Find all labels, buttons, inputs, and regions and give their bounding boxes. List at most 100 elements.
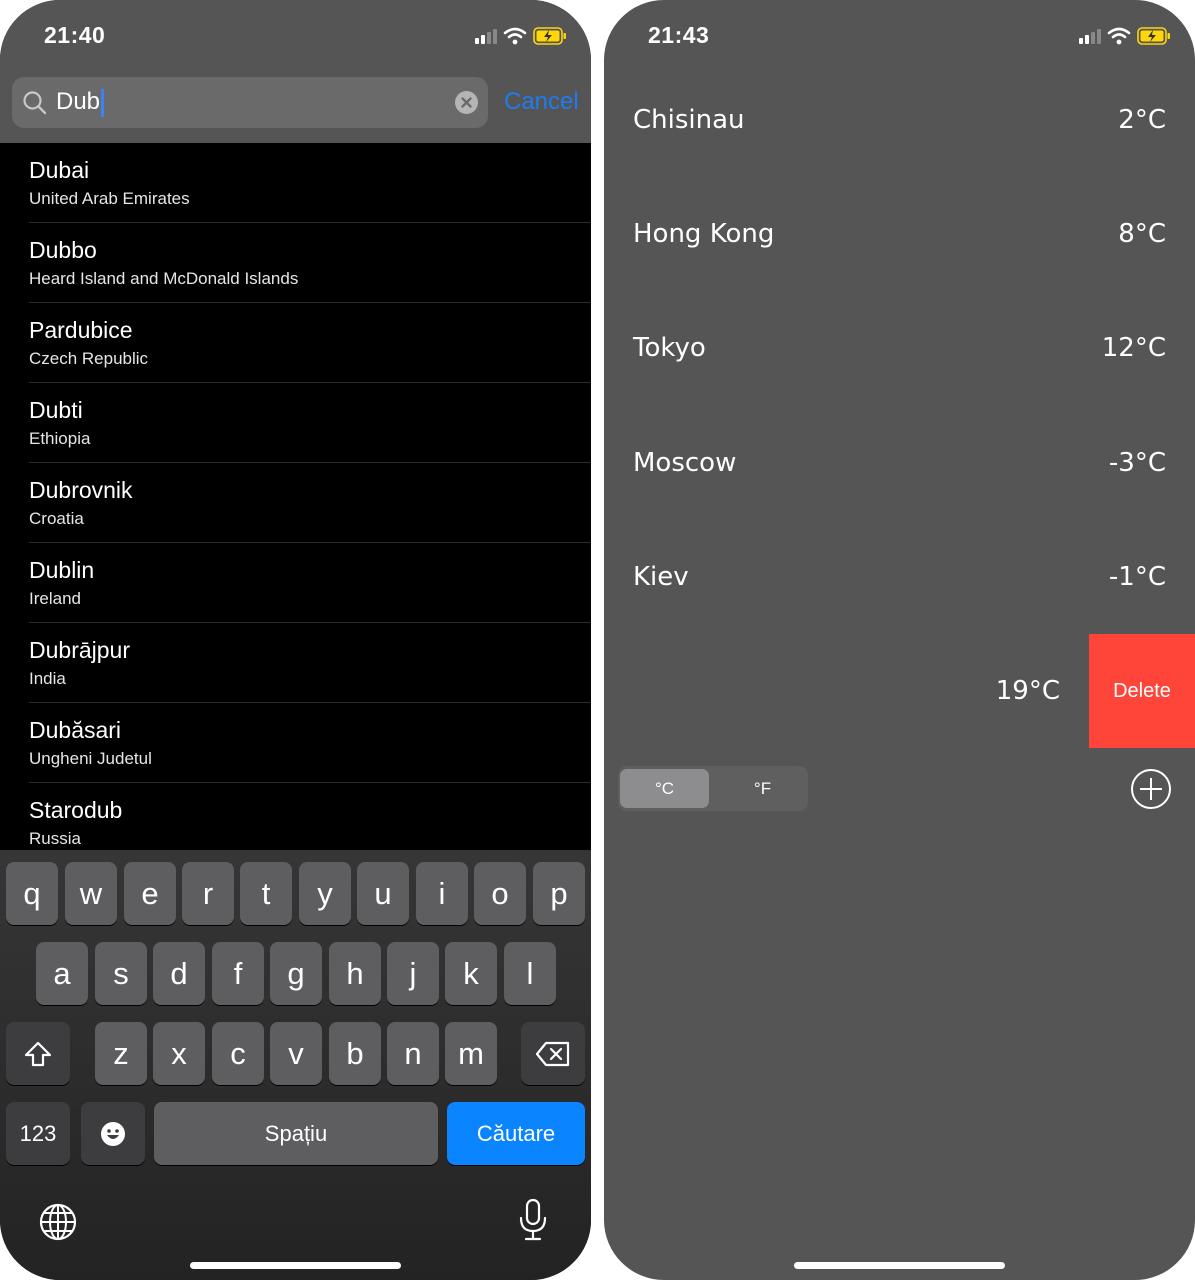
keyboard: q w e r t y u i o p a s d f g h j k l z …	[0, 850, 591, 1280]
home-indicator[interactable]	[190, 1262, 401, 1269]
key-y[interactable]: y	[299, 862, 351, 925]
emoji-icon	[101, 1121, 125, 1146]
result-city-name: Dubbo	[29, 237, 97, 263]
key-x[interactable]: x	[153, 1022, 205, 1085]
cancel-button[interactable]: Cancel	[504, 88, 579, 116]
city-temperature: 8°C	[1118, 219, 1166, 249]
clear-icon[interactable]	[455, 91, 478, 114]
key-v[interactable]: v	[270, 1022, 322, 1085]
result-row[interactable]: Dublin Ireland	[0, 543, 591, 623]
key-c[interactable]: c	[212, 1022, 264, 1085]
city-row[interactable]: Tokyo 12°C	[604, 291, 1195, 405]
shift-icon	[24, 1041, 52, 1066]
result-city-name: Dubrovnik	[29, 477, 133, 503]
unit-segmented-control: °C °F	[618, 766, 808, 811]
swiped-city-row[interactable]: 19°C Delete	[604, 634, 1195, 748]
result-country: Croatia	[29, 509, 84, 528]
search-input-value: Dub	[56, 87, 105, 117]
key-q[interactable]: q	[6, 862, 58, 925]
city-name: Chisinau	[633, 105, 745, 135]
wifi-icon	[1107, 27, 1131, 45]
key-z[interactable]: z	[95, 1022, 147, 1085]
search-input[interactable]: Dub	[12, 77, 488, 128]
result-city-name: Dubti	[29, 397, 83, 423]
backspace-icon	[535, 1041, 570, 1066]
key-j[interactable]: j	[387, 942, 439, 1005]
key-n[interactable]: n	[387, 1022, 439, 1085]
key-w[interactable]: w	[65, 862, 117, 925]
key-b[interactable]: b	[329, 1022, 381, 1085]
key-k[interactable]: k	[445, 942, 497, 1005]
microphone-icon[interactable]	[518, 1198, 548, 1242]
result-country: United Arab Emirates	[29, 189, 190, 208]
key-t[interactable]: t	[240, 862, 292, 925]
key-u[interactable]: u	[357, 862, 409, 925]
status-time: 21:40	[44, 22, 106, 48]
status-bar: 21:40	[0, 0, 591, 70]
search-results-list: Dubai United Arab Emirates Dubbo Heard I…	[0, 143, 591, 850]
emoji-key[interactable]	[81, 1102, 145, 1165]
key-l[interactable]: l	[504, 942, 556, 1005]
key-r[interactable]: r	[182, 862, 234, 925]
backspace-key[interactable]	[521, 1022, 585, 1085]
result-row[interactable]: Pardubice Czech Republic	[0, 303, 591, 383]
result-city-name: Starodub	[29, 797, 123, 823]
result-row[interactable]: Dubai United Arab Emirates	[0, 143, 591, 223]
search-key[interactable]: Căutare	[447, 1102, 585, 1165]
city-list-screen: 21:43 Chisinau 2°C Hong Kong 8°C Tokyo 1…	[604, 0, 1195, 1280]
battery-charging-icon	[1137, 27, 1170, 45]
result-row[interactable]: Dubbo Heard Island and McDonald Islands	[0, 223, 591, 303]
city-temperature: -3°C	[1108, 448, 1166, 478]
city-temperature: 2°C	[1118, 105, 1166, 135]
add-city-button[interactable]	[1130, 768, 1172, 810]
home-indicator[interactable]	[794, 1262, 1005, 1269]
result-country: Ireland	[29, 589, 81, 608]
result-country: Ethiopia	[29, 429, 91, 448]
globe-icon[interactable]	[38, 1202, 78, 1242]
key-h[interactable]: h	[329, 942, 381, 1005]
key-f[interactable]: f	[212, 942, 264, 1005]
city-name: Moscow	[633, 448, 737, 478]
status-icons	[475, 24, 567, 48]
signal-icon	[1079, 28, 1101, 44]
key-g[interactable]: g	[270, 942, 322, 1005]
result-city-name: Pardubice	[29, 317, 133, 343]
status-bar: 21:43	[604, 0, 1195, 70]
result-country: Russia	[29, 829, 81, 848]
result-row[interactable]: Dubăsari Ungheni Judetul	[0, 703, 591, 783]
city-row[interactable]: Chisinau 2°C	[604, 63, 1195, 177]
key-o[interactable]: o	[474, 862, 526, 925]
result-country: Czech Republic	[29, 349, 149, 368]
space-key[interactable]: Spațiu	[154, 1102, 438, 1165]
result-city-name: Dubrājpur	[29, 637, 130, 663]
city-temperature: -1°C	[1108, 562, 1166, 592]
city-row[interactable]: Hong Kong 8°C	[604, 177, 1195, 291]
city-name: Kiev	[633, 562, 689, 592]
result-row[interactable]: Dubti Ethiopia	[0, 383, 591, 463]
key-p[interactable]: p	[533, 862, 585, 925]
key-e[interactable]: e	[124, 862, 176, 925]
shift-key[interactable]	[6, 1022, 70, 1085]
result-country: Ungheni Judetul	[29, 749, 152, 768]
key-i[interactable]: i	[416, 862, 468, 925]
key-d[interactable]: d	[153, 942, 205, 1005]
city-name: Tokyo	[633, 333, 706, 363]
result-country: Heard Island and McDonald Islands	[29, 269, 299, 288]
city-name: Hong Kong	[633, 219, 775, 249]
search-icon	[23, 91, 47, 115]
key-s[interactable]: s	[95, 942, 147, 1005]
numbers-key[interactable]: 123	[6, 1102, 70, 1165]
fahrenheit-segment[interactable]: °F	[718, 769, 807, 808]
result-row[interactable]: Dubrājpur India	[0, 623, 591, 703]
battery-charging-icon	[533, 27, 566, 45]
result-row[interactable]: Dubrovnik Croatia	[0, 463, 591, 543]
city-row[interactable]: Moscow -3°C	[604, 406, 1195, 520]
result-row[interactable]: Starodub Russia	[0, 783, 591, 850]
delete-button[interactable]: Delete	[1089, 634, 1195, 748]
result-country: India	[29, 669, 66, 688]
city-row[interactable]: Kiev -1°C	[604, 520, 1195, 634]
city-temperature: 12°C	[1101, 333, 1166, 363]
key-a[interactable]: a	[36, 942, 88, 1005]
celsius-segment[interactable]: °C	[620, 769, 709, 808]
key-m[interactable]: m	[445, 1022, 497, 1085]
